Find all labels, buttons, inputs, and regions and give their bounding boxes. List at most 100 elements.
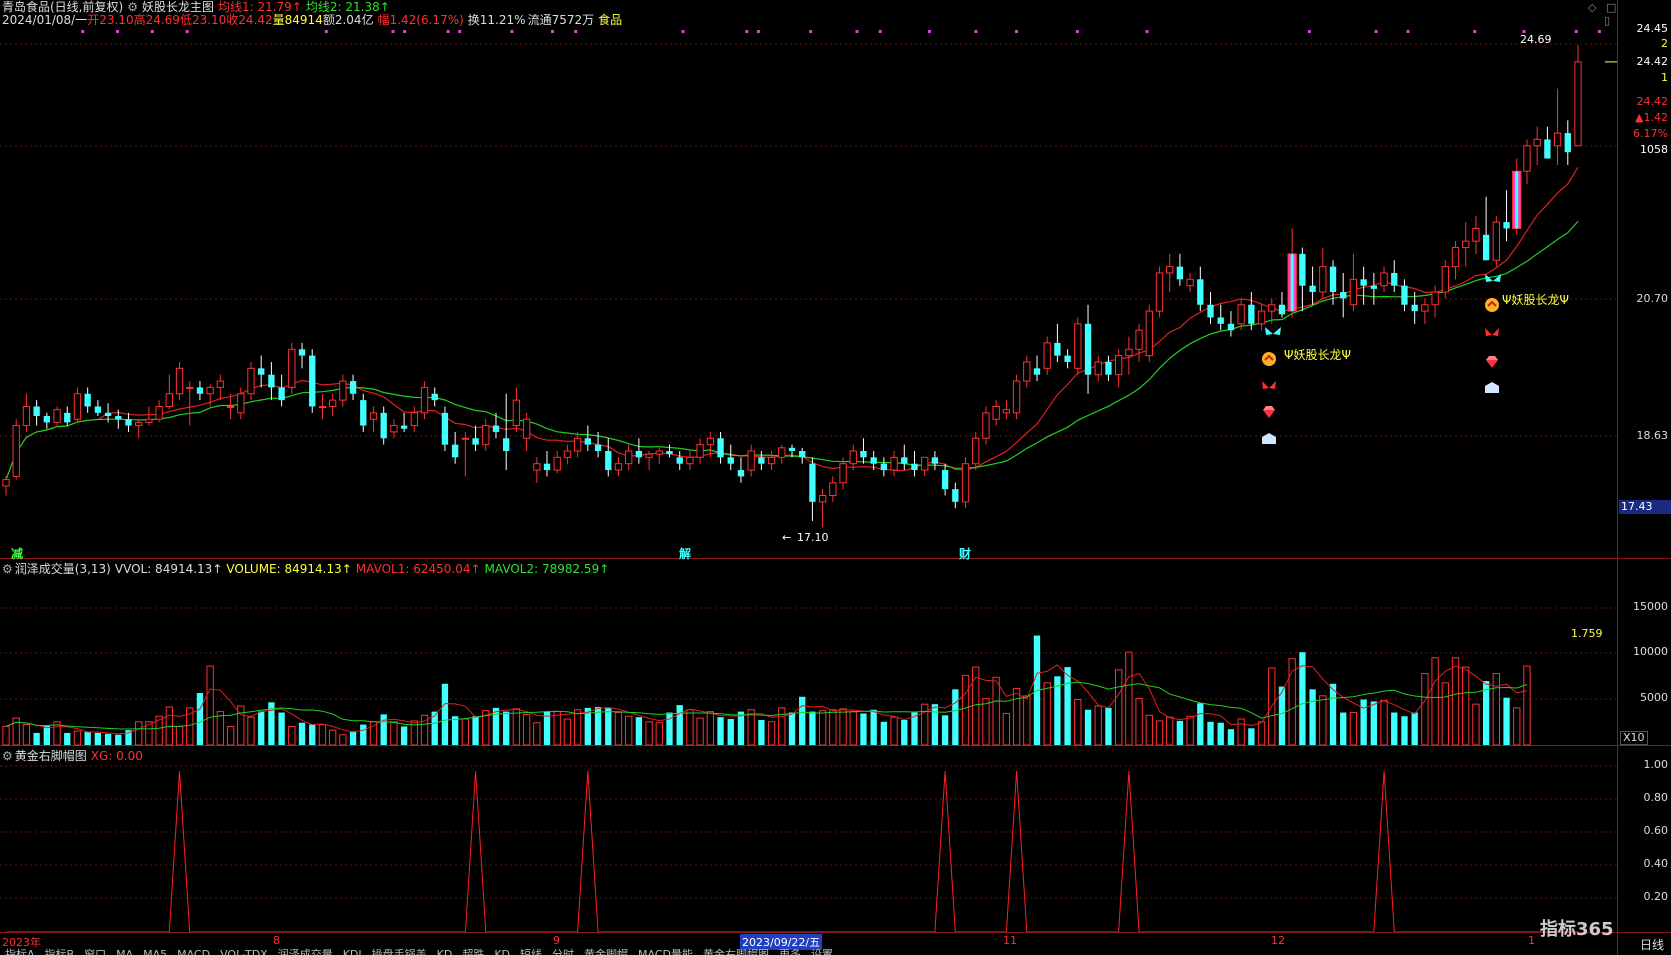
volume-bar-48 <box>492 707 500 745</box>
candle-151 <box>1544 126 1551 159</box>
bottom-tab-11[interactable]: 超跌 <box>457 949 489 955</box>
volume-bar-37 <box>380 714 387 745</box>
candle-45 <box>461 431 470 477</box>
signal-dot-13 <box>745 30 749 33</box>
bottom-tab-9[interactable]: 操盘手锅盖 <box>367 949 432 955</box>
candle-60 <box>614 457 623 477</box>
bottom-tab-5[interactable]: MACD <box>172 949 215 955</box>
golden-indicator-name[interactable]: 黄金右脚帽图 <box>15 749 87 763</box>
signal-dot-0 <box>81 30 85 33</box>
candle-59 <box>605 438 612 477</box>
bottom-tab-6[interactable]: VOL-TDX <box>215 949 273 955</box>
candle-29 <box>298 342 306 369</box>
volume-bar-144 <box>1472 703 1480 746</box>
signal-label-2: Ψ妖股长龙Ψ <box>1502 293 1569 307</box>
mavol2-value: MAVOL2: 78982.59↑ <box>484 562 610 576</box>
candle-7 <box>73 387 82 423</box>
bottom-tab-13[interactable]: 短线 <box>515 949 547 955</box>
candle-55 <box>563 444 572 464</box>
volume-indicator-name[interactable]: 润泽成交量(3,13) <box>15 562 111 576</box>
candle-62 <box>635 438 643 464</box>
bottom-tab-10[interactable]: KD <box>432 949 458 955</box>
volume-bar-69 <box>706 711 715 746</box>
volume-bar-88 <box>901 719 908 745</box>
candle-107 <box>1094 355 1102 382</box>
bottom-tab-0[interactable]: 指标A <box>0 949 40 955</box>
candle-108 <box>1105 355 1112 382</box>
volume-bar-11 <box>115 734 122 745</box>
bottom-tab-16[interactable]: MACD量能 <box>633 949 698 955</box>
volume-bar-140 <box>1431 657 1439 746</box>
candle-94 <box>961 457 970 509</box>
bottom-tab-15[interactable]: 黄金脚帽 <box>579 949 633 955</box>
volume-bar-44 <box>451 716 459 745</box>
candle-32 <box>328 393 337 417</box>
gear-icon[interactable]: ⚙ <box>2 749 13 763</box>
candle-63 <box>645 450 653 471</box>
candle-2 <box>22 393 31 432</box>
volume-bar-98 <box>1002 712 1011 746</box>
mark-jie: 解 <box>679 547 692 561</box>
candle-38 <box>390 419 398 439</box>
candle-51 <box>522 412 531 451</box>
volume-bar-79 <box>809 711 816 745</box>
signal-dot-26 <box>1473 30 1477 33</box>
bottom-tab-1[interactable]: 指标B <box>40 949 80 955</box>
candle-40 <box>410 406 418 432</box>
candle-53 <box>543 450 551 477</box>
bottom-tab-19[interactable]: 设置 <box>806 949 838 955</box>
candle-8 <box>84 387 91 413</box>
candle-93 <box>952 482 959 509</box>
signal-dot-18 <box>928 30 931 33</box>
axis-xg-080: 0.80 <box>1643 791 1669 804</box>
signal-dot-2 <box>150 30 154 33</box>
bottom-tab-12[interactable]: KD <box>489 949 515 955</box>
candle-96 <box>982 406 990 445</box>
candle-126 <box>1287 228 1297 318</box>
volume-ratio: 1.759 <box>1571 627 1603 640</box>
axis-price-1: 1 <box>1661 71 1668 84</box>
right-axis-border <box>1617 0 1618 955</box>
volume-bar-132 <box>1349 712 1358 746</box>
period-label[interactable]: 日线 <box>1640 936 1664 953</box>
volume-bar-3 <box>33 732 40 745</box>
axis-price-2070: 20.70 <box>1636 292 1669 305</box>
candle-41 <box>420 381 429 420</box>
axis-price-pct: 6.17% <box>1633 127 1668 140</box>
volume-bar-20 <box>206 665 214 746</box>
candle-105 <box>1074 317 1082 375</box>
bottom-tab-3[interactable]: MA <box>111 949 138 955</box>
bottom-tab-7[interactable]: 润泽成交量 <box>273 949 338 955</box>
volume-bar-68 <box>696 717 704 746</box>
volume-bar-139 <box>1421 673 1429 746</box>
volume-bar-75 <box>767 721 776 746</box>
candle-35 <box>360 393 367 432</box>
gem-icon <box>1263 406 1275 418</box>
signal-label-1: Ψ妖股长龙Ψ <box>1284 348 1351 362</box>
candle-6 <box>64 406 71 426</box>
chart-canvas[interactable] <box>0 0 1617 932</box>
volume-bar-86 <box>880 721 888 745</box>
candle-109 <box>1114 349 1123 388</box>
volume-bar-38 <box>390 721 398 746</box>
bottom-tab-2[interactable]: 窗口 <box>79 949 111 955</box>
bottom-tab-14[interactable]: 分时 <box>547 949 579 955</box>
volume-bar-91 <box>931 704 939 745</box>
bottom-tab-17[interactable]: 黄金右脚帽图 <box>698 949 774 955</box>
candle-113 <box>1155 266 1164 318</box>
bottom-tab-8[interactable]: KDJ <box>338 949 367 955</box>
bottom-tab-4[interactable]: MA5 <box>138 949 172 955</box>
bottom-tab-18[interactable]: 更多 <box>774 949 806 955</box>
volume-bar-85 <box>870 709 877 745</box>
volume-bar-97 <box>992 676 1000 746</box>
axis-price-close: 24.42 <box>1636 55 1669 68</box>
candle-142 <box>1451 241 1460 280</box>
candle-46 <box>472 425 479 451</box>
signal-icons-1 <box>1262 327 1281 444</box>
axis-xg-100: 1.00 <box>1643 758 1669 771</box>
volume-bar-143 <box>1462 666 1470 746</box>
volume-bar-51 <box>522 713 531 746</box>
gear-icon[interactable]: ⚙ <box>2 562 13 576</box>
candle-99 <box>1012 374 1021 420</box>
ma1-line <box>5 166 1579 480</box>
